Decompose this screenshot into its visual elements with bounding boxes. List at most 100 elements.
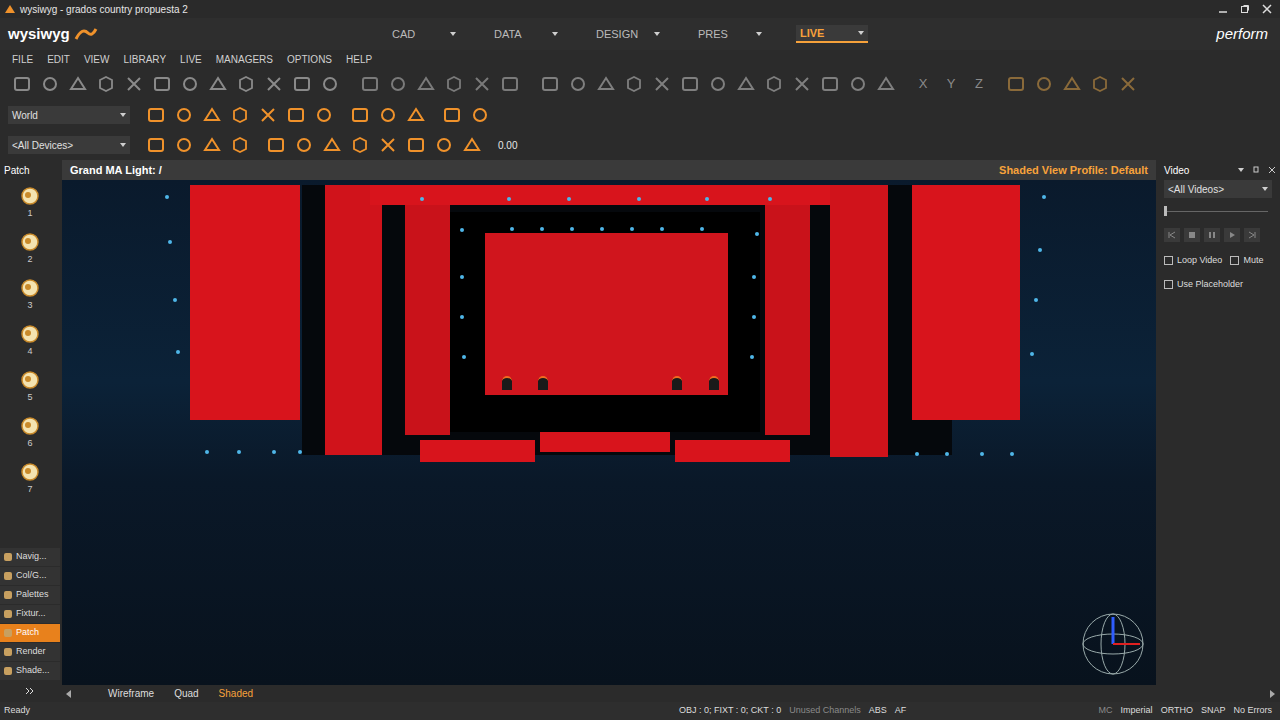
nav-button[interactable]: Fixtur... xyxy=(0,605,60,623)
tool-icon[interactable] xyxy=(1062,74,1082,94)
dropdown[interactable]: World xyxy=(8,106,130,124)
tool-icon[interactable] xyxy=(258,105,278,125)
patch-item[interactable]: 7 xyxy=(19,456,41,502)
minimize-icon[interactable] xyxy=(1218,4,1228,14)
tool-icon[interactable] xyxy=(820,74,840,94)
tool-icon[interactable] xyxy=(230,135,250,155)
tool-icon[interactable] xyxy=(174,135,194,155)
pin-icon[interactable] xyxy=(1252,166,1260,174)
tool-icon[interactable] xyxy=(406,135,426,155)
view-tab[interactable]: Quad xyxy=(174,686,198,701)
patch-item[interactable]: 1 xyxy=(19,180,41,226)
tool-icon[interactable] xyxy=(708,74,728,94)
menu-item[interactable]: HELP xyxy=(346,52,372,67)
axis-button[interactable]: Z xyxy=(972,74,986,94)
tool-icon[interactable] xyxy=(208,74,228,94)
video-slider[interactable] xyxy=(1164,206,1268,218)
checkbox[interactable] xyxy=(1164,256,1173,265)
tool-icon[interactable] xyxy=(202,135,222,155)
tool-icon[interactable] xyxy=(388,74,408,94)
tool-icon[interactable] xyxy=(1034,74,1054,94)
close-icon[interactable] xyxy=(1268,166,1276,174)
tool-icon[interactable] xyxy=(378,105,398,125)
tool-icon[interactable] xyxy=(416,74,436,94)
dropdown[interactable]: <All Videos> xyxy=(1164,180,1272,198)
restore-icon[interactable] xyxy=(1240,4,1250,14)
tool-icon[interactable] xyxy=(350,135,370,155)
tool-icon[interactable] xyxy=(314,105,334,125)
mode-tab[interactable]: DESIGN xyxy=(592,25,664,43)
tool-icon[interactable] xyxy=(264,74,284,94)
tool-icon[interactable] xyxy=(350,105,370,125)
orientation-gizmo-icon[interactable] xyxy=(1080,611,1146,677)
view-tab[interactable]: Wireframe xyxy=(108,686,154,701)
tool-icon[interactable] xyxy=(568,74,588,94)
view-tab[interactable]: Shaded xyxy=(219,686,253,701)
tool-icon[interactable] xyxy=(294,135,314,155)
nav-button[interactable]: Navig... xyxy=(0,548,60,566)
tool-icon[interactable] xyxy=(202,105,222,125)
patch-item[interactable]: 2 xyxy=(19,226,41,272)
tool-icon[interactable] xyxy=(500,74,520,94)
axis-button[interactable]: X xyxy=(916,74,930,94)
tool-icon[interactable] xyxy=(462,135,482,155)
dropdown[interactable]: <All Devices> xyxy=(8,136,130,154)
tool-icon[interactable] xyxy=(320,74,340,94)
patch-item[interactable]: 5 xyxy=(19,364,41,410)
tool-icon[interactable] xyxy=(124,74,144,94)
menu-item[interactable]: LIBRARY xyxy=(123,52,166,67)
mode-tab[interactable]: LIVE xyxy=(796,25,868,43)
mode-tab[interactable]: CAD xyxy=(388,25,460,43)
tool-icon[interactable] xyxy=(322,135,342,155)
tool-icon[interactable] xyxy=(68,74,88,94)
menu-item[interactable]: MANAGERS xyxy=(216,52,273,67)
tool-icon[interactable] xyxy=(286,105,306,125)
tool-icon[interactable] xyxy=(146,135,166,155)
tool-icon[interactable] xyxy=(470,105,490,125)
video-option[interactable]: Loop Video xyxy=(1164,254,1222,268)
tool-icon[interactable] xyxy=(292,74,312,94)
nav-button[interactable]: Palettes xyxy=(0,586,60,604)
tool-icon[interactable] xyxy=(1118,74,1138,94)
nav-button[interactable]: Shade... xyxy=(0,662,60,680)
tool-icon[interactable] xyxy=(652,74,672,94)
tool-icon[interactable] xyxy=(540,74,560,94)
tool-icon[interactable] xyxy=(472,74,492,94)
tool-icon[interactable] xyxy=(442,105,462,125)
tool-icon[interactable] xyxy=(12,74,32,94)
nav-button[interactable]: Col/G... xyxy=(0,567,60,585)
prev-button[interactable] xyxy=(1164,228,1180,242)
tool-icon[interactable] xyxy=(230,105,250,125)
nav-button[interactable]: Patch xyxy=(0,624,60,642)
nav-button[interactable]: Render xyxy=(0,643,60,661)
tool-icon[interactable] xyxy=(406,105,426,125)
tool-icon[interactable] xyxy=(96,74,116,94)
tool-icon[interactable] xyxy=(596,74,616,94)
tool-icon[interactable] xyxy=(764,74,784,94)
menu-item[interactable]: EDIT xyxy=(47,52,70,67)
tool-icon[interactable] xyxy=(792,74,812,94)
tool-icon[interactable] xyxy=(236,74,256,94)
scroll-left-icon[interactable] xyxy=(66,690,72,698)
tool-icon[interactable] xyxy=(876,74,896,94)
checkbox[interactable] xyxy=(1230,256,1239,265)
close-icon[interactable] xyxy=(1262,4,1272,14)
tool-icon[interactable] xyxy=(444,74,464,94)
tool-icon[interactable] xyxy=(40,74,60,94)
video-option[interactable]: Mute xyxy=(1230,254,1263,268)
mode-tab[interactable]: DATA xyxy=(490,25,562,43)
checkbox[interactable] xyxy=(1164,280,1173,289)
pause-button[interactable] xyxy=(1204,228,1220,242)
tool-icon[interactable] xyxy=(360,74,380,94)
tool-icon[interactable] xyxy=(152,74,172,94)
tool-icon[interactable] xyxy=(680,74,700,94)
expand-icon[interactable] xyxy=(25,687,35,695)
tool-icon[interactable] xyxy=(146,105,166,125)
menu-item[interactable]: VIEW xyxy=(84,52,110,67)
mode-tab[interactable]: PRES xyxy=(694,25,766,43)
viewport-3d[interactable] xyxy=(62,180,1156,685)
menu-item[interactable]: LIVE xyxy=(180,52,202,67)
patch-item[interactable]: 4 xyxy=(19,318,41,364)
tool-icon[interactable] xyxy=(1006,74,1026,94)
scroll-right-icon[interactable] xyxy=(1270,690,1276,698)
